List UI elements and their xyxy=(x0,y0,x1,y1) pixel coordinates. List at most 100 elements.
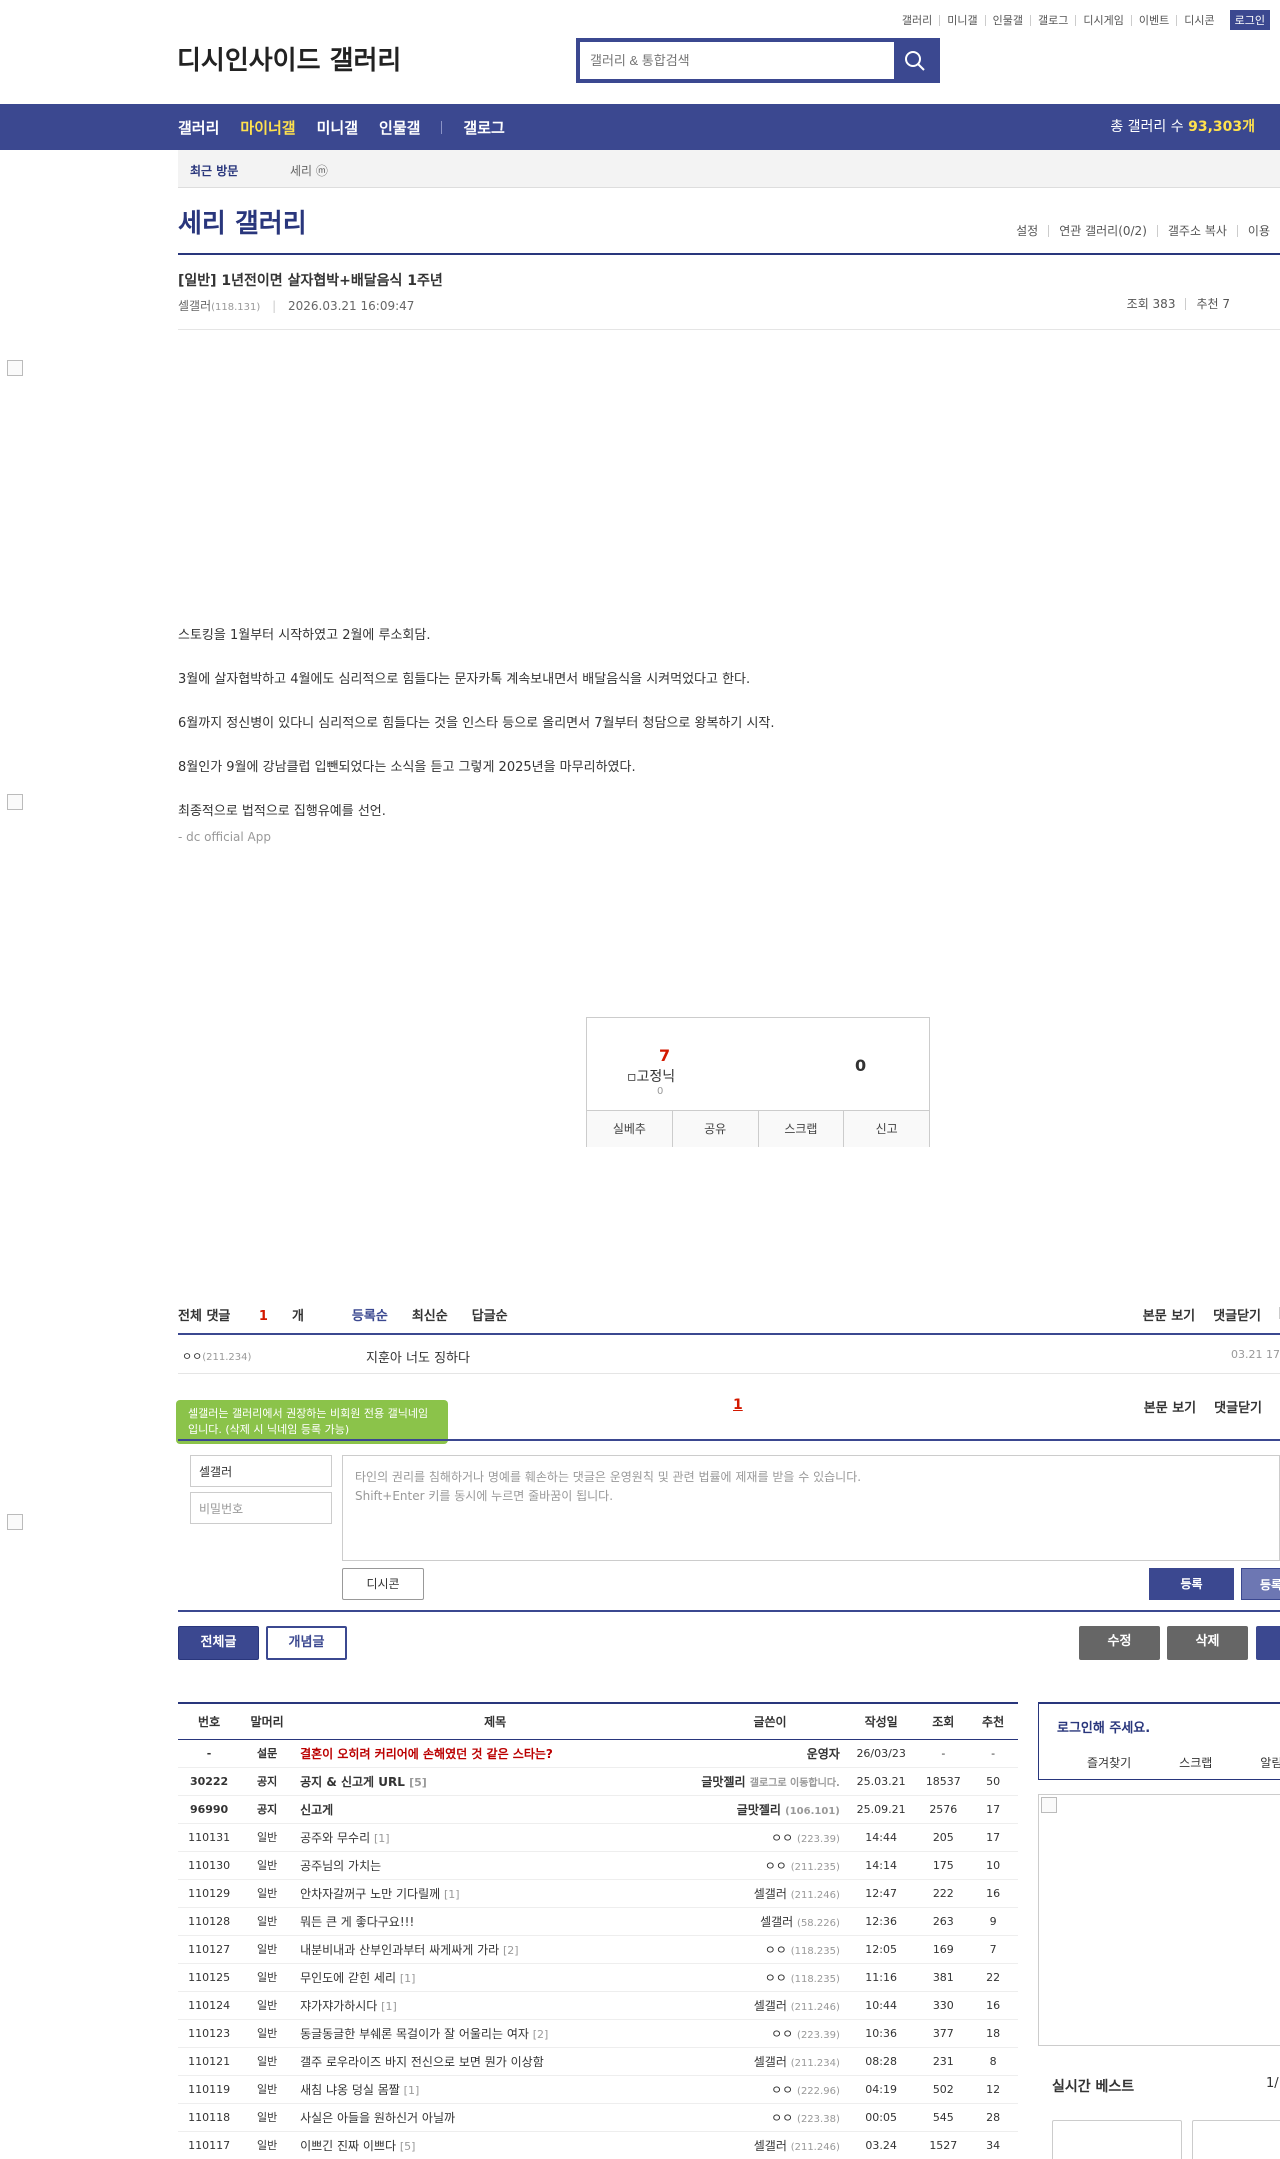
row-writer[interactable]: ㅇㅇ (222.96) xyxy=(696,2075,844,2104)
topmenu-game[interactable]: 디시게임 xyxy=(1075,14,1130,26)
login-button[interactable]: 로그인 xyxy=(1229,10,1270,30)
row-title-text[interactable]: 사실은 아들을 원하신거 아닐까 xyxy=(300,2111,455,2125)
row-writer-name[interactable]: 셀갤러 xyxy=(760,1915,793,1929)
table-row[interactable]: 110130 일반 공주님의 가치는 ㅇㅇ (211.235) 14:14 175 10 xyxy=(178,1851,1018,1880)
ad-banner[interactable] xyxy=(1038,1794,1280,2046)
row-writer[interactable]: 글맛젤리 (106.101) xyxy=(696,1795,844,1824)
row-reply-count[interactable]: [5] xyxy=(400,2140,416,2153)
table-row[interactable]: 110123 일반 동글동글한 부쉐론 목걸이가 잘 어울리는 여자 [2] ㅇㅇ (… xyxy=(178,2019,1018,2048)
row-title[interactable]: 공지 & 신고게 URL [5] xyxy=(294,1767,697,1796)
row-reply-count[interactable]: [1] xyxy=(381,2000,397,2013)
row-writer-name[interactable]: ㅇㅇ xyxy=(771,1831,793,1845)
row-title[interactable]: 공주님의 가치는 xyxy=(294,1851,697,1880)
col-head[interactable]: 말머리 xyxy=(240,1702,295,1740)
row-writer[interactable]: 셀갤러 (211.234) xyxy=(696,2047,844,2076)
row-writer[interactable]: 셀갤러 (58.226) xyxy=(696,1907,844,1936)
row-title[interactable]: 사실은 아들을 원하신거 아닐까 xyxy=(294,2103,697,2132)
recommend-down-count[interactable]: 0 xyxy=(855,1056,866,1075)
modify-button[interactable]: 수정 xyxy=(1079,1626,1160,1660)
share-button[interactable]: 공유 xyxy=(671,1111,758,1147)
post-writer[interactable]: 셀갤러 xyxy=(178,299,211,313)
scrap-link[interactable]: 스크랩 xyxy=(1179,1754,1212,1771)
gallery-usage[interactable]: 이용 xyxy=(1236,225,1280,237)
submit-comment-button[interactable]: 등록 xyxy=(1149,1568,1234,1600)
recent-visit-gallery[interactable]: 세리 ⓜ xyxy=(290,162,328,179)
row-writer-name[interactable]: 글맛젤리 xyxy=(701,1775,745,1789)
sort-latest[interactable]: 최신순 xyxy=(412,1305,448,1324)
topmenu-event[interactable]: 이벤트 xyxy=(1130,14,1176,26)
row-title[interactable]: 안차자갈꺼구 노만 기다릴께 [1] xyxy=(294,1879,697,1908)
row-title-text[interactable]: 신고게 xyxy=(300,1803,333,1817)
write-button[interactable]: 글 xyxy=(1256,1626,1280,1660)
row-title-text[interactable]: 이쁘긴 진짜 이쁘다 xyxy=(300,2139,396,2153)
search-input[interactable] xyxy=(580,42,880,79)
password-field[interactable]: 비밀번호 xyxy=(190,1492,332,1524)
row-writer-name[interactable]: ㅇㅇ xyxy=(765,1859,787,1873)
row-reply-count[interactable]: [5] xyxy=(409,1776,427,1789)
row-writer-name[interactable]: ㅇㅇ xyxy=(771,2111,793,2125)
topmenu-mini[interactable]: 미니갤 xyxy=(939,14,984,26)
close-comments-button-bottom[interactable]: 댓글닫기 xyxy=(1214,1397,1262,1416)
nav-minor-gallery[interactable]: 마이너갤 xyxy=(240,117,295,138)
close-comments-button[interactable]: 댓글닫기 xyxy=(1213,1305,1261,1324)
table-row[interactable]: 110124 일반 쟈가쟈가하시다 [1] 셀갤러 (211.246) 10:44 330… xyxy=(178,1991,1018,2020)
row-writer[interactable]: 셀갤러 (211.246) xyxy=(696,2131,844,2159)
scrap-button[interactable]: 스크랩 xyxy=(757,1111,844,1147)
table-row[interactable]: 110128 일반 뭐든 큰 게 좋다구요!!! 셀갤러 (58.226) 12:36… xyxy=(178,1907,1018,1936)
table-row[interactable]: 110131 일반 공주와 무수리 [1] ㅇㅇ (223.39) 14:44 205 17 xyxy=(178,1823,1018,1852)
nav-mini-gallery[interactable]: 미니갤 xyxy=(317,117,358,138)
row-writer[interactable]: ㅇㅇ (223.38) xyxy=(696,2103,844,2132)
row-writer[interactable]: 글맛젤리 갤로그로 이동합니다. xyxy=(696,1767,844,1796)
row-writer[interactable]: ㅇㅇ (223.39) xyxy=(696,2019,844,2048)
row-writer[interactable]: ㅇㅇ (211.235) xyxy=(696,1851,844,1880)
row-reply-count[interactable]: [1] xyxy=(404,2084,420,2097)
topmenu-person[interactable]: 인물갤 xyxy=(984,14,1030,26)
row-writer[interactable]: ㅇㅇ (118.235) xyxy=(696,1935,844,1964)
best-item[interactable] xyxy=(1192,2120,1280,2159)
row-title-text[interactable]: 쟈가쟈가하시다 xyxy=(300,1999,377,2013)
topmenu-dccon[interactable]: 디시콘 xyxy=(1176,14,1221,26)
row-reply-count[interactable]: [1] xyxy=(400,1972,416,1985)
topmenu-gallog[interactable]: 갤로그 xyxy=(1030,14,1075,26)
favorites-link[interactable]: 즐겨찾기 xyxy=(1087,1754,1131,1771)
row-writer-name[interactable]: 셀갤러 xyxy=(754,2139,787,2153)
row-title[interactable]: 동글동글한 부쉐론 목걸이가 잘 어울리는 여자 [2] xyxy=(294,2019,697,2048)
table-row[interactable]: 30222 공지 공지 & 신고게 URL [5] 글맛젤리 갤로그로 이동합니다. 2… xyxy=(178,1767,1018,1796)
table-row[interactable]: 110125 일반 무인도에 갇힌 세리 [1] ㅇㅇ (118.235) 11:16 3… xyxy=(178,1963,1018,1992)
search-button[interactable] xyxy=(894,42,936,79)
row-writer-name[interactable]: ㅇㅇ xyxy=(765,1971,787,1985)
row-title[interactable]: 신고게 xyxy=(294,1795,697,1824)
recent-visit-label[interactable]: 최근 방문 xyxy=(190,162,238,179)
login-prompt[interactable]: 로그인해 주세요. xyxy=(1057,1717,1150,1736)
gallery-settings[interactable]: 설정 xyxy=(1006,225,1048,237)
row-title-text[interactable]: 공지 & 신고게 URL xyxy=(300,1775,405,1789)
row-reply-count[interactable]: [1] xyxy=(374,1832,390,1845)
row-title-text[interactable]: 내분비내과 산부인과부터 싸게싸게 가라 xyxy=(300,1943,499,1957)
row-writer[interactable]: 운영자 xyxy=(696,1739,844,1768)
real-best-button[interactable]: 실베추 xyxy=(587,1111,672,1147)
row-title[interactable]: 무인도에 갇힌 세리 [1] xyxy=(294,1963,697,1992)
row-reply-count[interactable]: [1] xyxy=(444,1888,460,1901)
row-writer-name[interactable]: 글맛젤리 xyxy=(737,1803,781,1817)
table-row[interactable]: 110117 일반 이쁘긴 진짜 이쁘다 [5] 셀갤러 (211.246) 03.24… xyxy=(178,2131,1018,2159)
row-title[interactable]: 쟈가쟈가하시다 [1] xyxy=(294,1991,697,2020)
table-row[interactable]: - 설문 결혼이 오히려 커리어에 손해였던 것 같은 스타는? 운영자 26/03… xyxy=(178,1739,1018,1768)
delete-button[interactable]: 삭제 xyxy=(1167,1626,1248,1660)
dccon-button[interactable]: 디시콘 xyxy=(342,1568,424,1600)
row-writer[interactable]: ㅇㅇ (223.39) xyxy=(696,1823,844,1852)
row-title[interactable]: 갤주 로우라이즈 바지 전신으로 보면 뭔가 이상함 xyxy=(294,2047,697,2076)
row-writer[interactable]: 셀갤러 (211.246) xyxy=(696,1879,844,1908)
sort-replies[interactable]: 답글순 xyxy=(472,1305,508,1324)
row-reply-count[interactable]: [2] xyxy=(503,1944,519,1957)
concept-posts-button[interactable]: 개념글 xyxy=(266,1626,347,1660)
row-writer[interactable]: ㅇㅇ (118.235) xyxy=(696,1963,844,1992)
row-title-text[interactable]: 공주와 무수리 xyxy=(300,1831,370,1845)
table-row[interactable]: 110121 일반 갤주 로우라이즈 바지 전신으로 보면 뭔가 이상함 셀갤러 (… xyxy=(178,2047,1018,2076)
row-writer-name[interactable]: ㅇㅇ xyxy=(771,2027,793,2041)
row-title-text[interactable]: 결혼이 오히려 커리어에 손해였던 것 같은 스타는? xyxy=(300,1747,553,1761)
row-title[interactable]: 내분비내과 산부인과부터 싸게싸게 가라 [2] xyxy=(294,1935,697,1964)
all-posts-button[interactable]: 전체글 xyxy=(178,1626,259,1660)
nav-gallery[interactable]: 갤러리 xyxy=(178,117,219,138)
row-writer[interactable]: 셀갤러 (211.246) xyxy=(696,1991,844,2020)
nickname-field[interactable]: 셀갤러 xyxy=(190,1455,332,1487)
